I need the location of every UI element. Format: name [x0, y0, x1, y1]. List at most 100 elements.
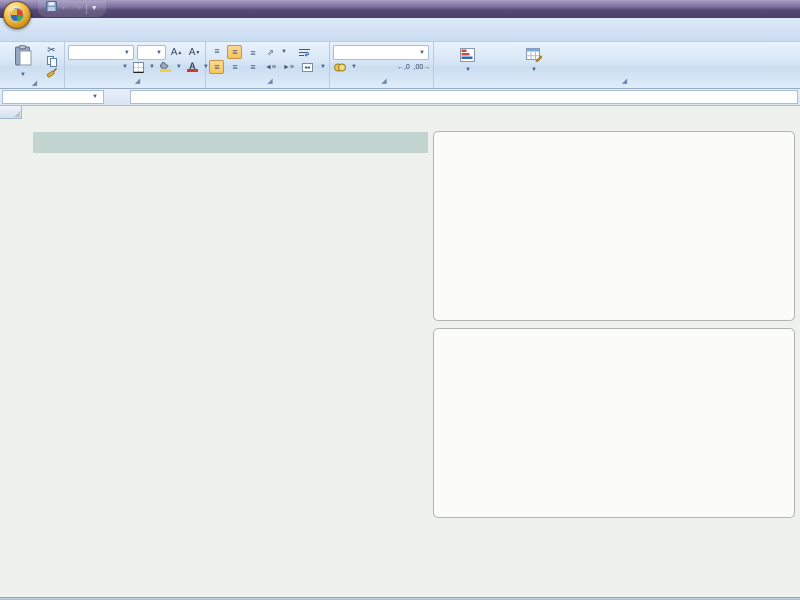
align-bottom-button[interactable]: ≡ — [245, 45, 260, 59]
save-icon[interactable] — [46, 1, 57, 17]
accounting-arrow-icon[interactable]: ▼ — [351, 64, 357, 70]
align-middle-icon: ≡ — [232, 47, 236, 57]
font-family-arrow-icon: ▼ — [121, 50, 130, 56]
orientation-arrow-icon[interactable]: ▼ — [281, 49, 287, 55]
merge-arrow-icon: ▼ — [320, 64, 326, 70]
group-ausrichtung: ≡ ≡ ≡ ⇗ ▼ ≡ ≡ ≡ ◄≡ — [206, 42, 330, 88]
font-size-arrow-icon: ▼ — [153, 50, 162, 56]
fill-color-arrow-icon[interactable]: ▼ — [176, 64, 182, 70]
number-format-arrow-icon: ▼ — [416, 50, 425, 56]
format-as-table-icon — [526, 48, 542, 65]
font-color-icon: A — [187, 62, 198, 72]
group-label-zahl: ◢ — [333, 76, 430, 88]
increase-decimal-button[interactable]: ←,0 — [396, 60, 411, 74]
style-gallery — [569, 44, 800, 76]
bold-button[interactable] — [68, 60, 83, 74]
dialog-launcher-icon[interactable]: ◢ — [622, 78, 627, 85]
orientation-icon: ⇗ — [267, 48, 274, 57]
paste-button[interactable]: ▼ — [3, 44, 43, 79]
undo-icon[interactable]: ↶ — [61, 2, 69, 16]
align-center-icon: ≡ — [232, 62, 236, 72]
ribbon: ▼ ✂ — [0, 42, 800, 89]
bar-chart[interactable] — [433, 328, 795, 518]
copy-icon — [45, 56, 58, 67]
underline-arrow-icon[interactable]: ▼ — [122, 64, 128, 70]
wrap-text-icon — [298, 48, 311, 57]
select-all-corner[interactable] — [0, 106, 22, 119]
increase-indent-icon: ►≡ — [283, 64, 294, 71]
increase-decimal-icon: ←,0 — [397, 64, 410, 71]
align-center-button[interactable]: ≡ — [227, 60, 242, 74]
group-label-ausrichtung: ◢ — [209, 76, 326, 88]
align-left-button[interactable]: ≡ — [209, 60, 224, 74]
dialog-launcher-icon[interactable]: ◢ — [267, 78, 272, 85]
dialog-launcher-icon[interactable]: ◢ — [32, 80, 37, 87]
conditional-formatting-icon — [460, 48, 475, 65]
align-middle-button[interactable]: ≡ — [227, 45, 242, 59]
paste-icon — [14, 45, 32, 70]
decrease-indent-icon: ◄≡ — [265, 64, 276, 71]
pie-chart[interactable] — [433, 131, 795, 321]
title-bar: ↶ ↷ ▼ — [0, 0, 800, 18]
row-headers — [0, 119, 22, 600]
cut-button[interactable]: ✂ — [45, 45, 61, 56]
underline-button[interactable] — [104, 60, 119, 74]
align-top-icon: ≡ — [214, 46, 218, 56]
column-headers — [0, 106, 800, 119]
align-right-button[interactable]: ≡ — [245, 60, 260, 74]
format-painter-icon — [45, 67, 58, 78]
fill-color-icon — [160, 62, 171, 72]
accounting-format-button[interactable] — [333, 60, 348, 74]
align-right-icon: ≡ — [250, 62, 254, 72]
wrap-text-button[interactable] — [298, 47, 314, 58]
orientation-button[interactable]: ⇗ — [263, 45, 278, 59]
group-label-zwischenablage: ◢ — [3, 79, 61, 88]
fill-color-button[interactable] — [158, 60, 173, 74]
comma-style-button[interactable] — [378, 60, 393, 74]
format-as-table-button[interactable]: ▼ — [503, 44, 565, 76]
ribbon-tab-bar — [0, 18, 800, 42]
merge-center-button[interactable]: ▼ — [301, 62, 326, 73]
dialog-launcher-icon[interactable]: ◢ — [135, 78, 140, 85]
borders-icon — [133, 62, 144, 73]
dialog-launcher-icon[interactable]: ◢ — [381, 78, 386, 85]
name-box-arrow-icon: ▼ — [92, 94, 98, 100]
group-zwischenablage: ▼ ✂ — [0, 42, 65, 88]
borders-arrow-icon[interactable]: ▼ — [149, 64, 155, 70]
quick-access-toolbar: ↶ ↷ ▼ — [38, 1, 106, 17]
borders-button[interactable] — [131, 60, 146, 74]
italic-button[interactable] — [86, 60, 101, 74]
font-color-button[interactable]: A — [185, 60, 200, 74]
conditional-arrow-icon: ▼ — [465, 67, 471, 73]
cell-main-title — [33, 132, 428, 153]
grow-font-button[interactable]: A▲ — [169, 46, 184, 60]
qat-separator — [86, 4, 87, 14]
name-box[interactable]: ▼ — [2, 90, 104, 104]
decrease-indent-button[interactable]: ◄≡ — [263, 60, 278, 74]
sheet-area — [22, 119, 800, 600]
font-family-select[interactable]: ▼ — [68, 45, 134, 60]
increase-indent-button[interactable]: ►≡ — [281, 60, 296, 74]
shrink-font-button[interactable]: A▼ — [187, 46, 202, 60]
group-label-schriftart: ◢ — [68, 76, 202, 88]
align-top-button[interactable]: ≡ — [209, 45, 224, 59]
conditional-formatting-button[interactable]: ▼ — [437, 44, 499, 76]
font-size-select[interactable]: ▼ — [137, 45, 166, 60]
decrease-decimal-button[interactable]: ,00→ — [414, 60, 430, 74]
group-formatvorlagen: ▼ ▼ ◢ — [434, 42, 800, 88]
worksheet-grid — [0, 106, 800, 600]
formula-bar: ▼ — [0, 89, 800, 106]
office-logo-icon — [10, 8, 24, 22]
paste-dropdown-icon: ▼ — [20, 72, 26, 78]
office-button[interactable] — [3, 1, 31, 29]
redo-icon[interactable]: ↷ — [73, 2, 81, 16]
number-format-select[interactable]: ▼ — [333, 45, 429, 60]
copy-button[interactable] — [45, 56, 61, 67]
pie-graphic — [434, 132, 794, 320]
format-painter-button[interactable] — [45, 67, 61, 78]
formula-input[interactable] — [130, 90, 798, 104]
align-bottom-icon: ≡ — [250, 48, 254, 58]
qat-customize-icon[interactable]: ▼ — [91, 2, 98, 16]
percent-button[interactable] — [360, 60, 375, 74]
group-label-formatvorlagen: ◢ — [437, 76, 800, 88]
